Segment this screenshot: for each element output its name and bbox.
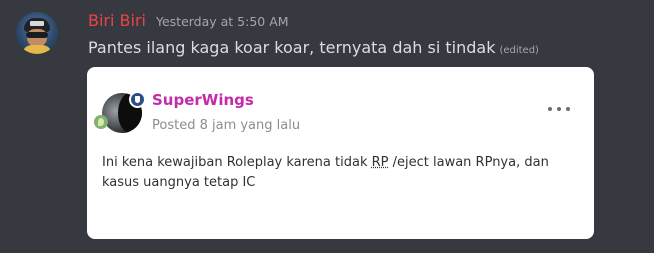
message-header: Biri Biri Yesterday at 5:50 AM [88, 11, 289, 33]
shield-icon [135, 96, 140, 103]
edited-label: (edited) [499, 45, 539, 56]
leaf-icon [98, 118, 104, 126]
post-body-text-start: Ini kena kewajiban Roleplay karena tidak [102, 155, 372, 170]
message-text: Pantes ilang kaga koar koar, ternyata da… [88, 38, 496, 57]
author-avatar[interactable] [16, 12, 58, 54]
post-body: Ini kena kewajiban Roleplay karena tidak… [102, 153, 582, 193]
more-horizontal-icon [548, 107, 552, 111]
avatar-glasses [26, 32, 48, 38]
poster-group-icon [94, 115, 108, 129]
moderator-badge [129, 91, 146, 108]
avatar-hat-label [30, 21, 44, 26]
message-timestamp[interactable]: Yesterday at 5:50 AM [156, 14, 289, 29]
avatar-shirt [22, 45, 52, 54]
link-embed[interactable]: SuperWings Posted 8 jam yang lalu Ini ke… [87, 67, 594, 239]
posted-time: Posted 8 jam yang lalu [152, 118, 301, 133]
author-username[interactable]: Biri Biri [88, 11, 146, 30]
more-horizontal-icon [557, 107, 561, 111]
message-content: Pantes ilang kaga koar koar, ternyata da… [88, 38, 539, 57]
poster-name[interactable]: SuperWings [152, 91, 254, 109]
more-options-button[interactable] [548, 103, 570, 115]
rp-abbreviation[interactable]: RP [372, 155, 389, 170]
chat-message: Biri Biri Yesterday at 5:50 AM Pantes il… [0, 0, 654, 253]
more-horizontal-icon [566, 107, 570, 111]
